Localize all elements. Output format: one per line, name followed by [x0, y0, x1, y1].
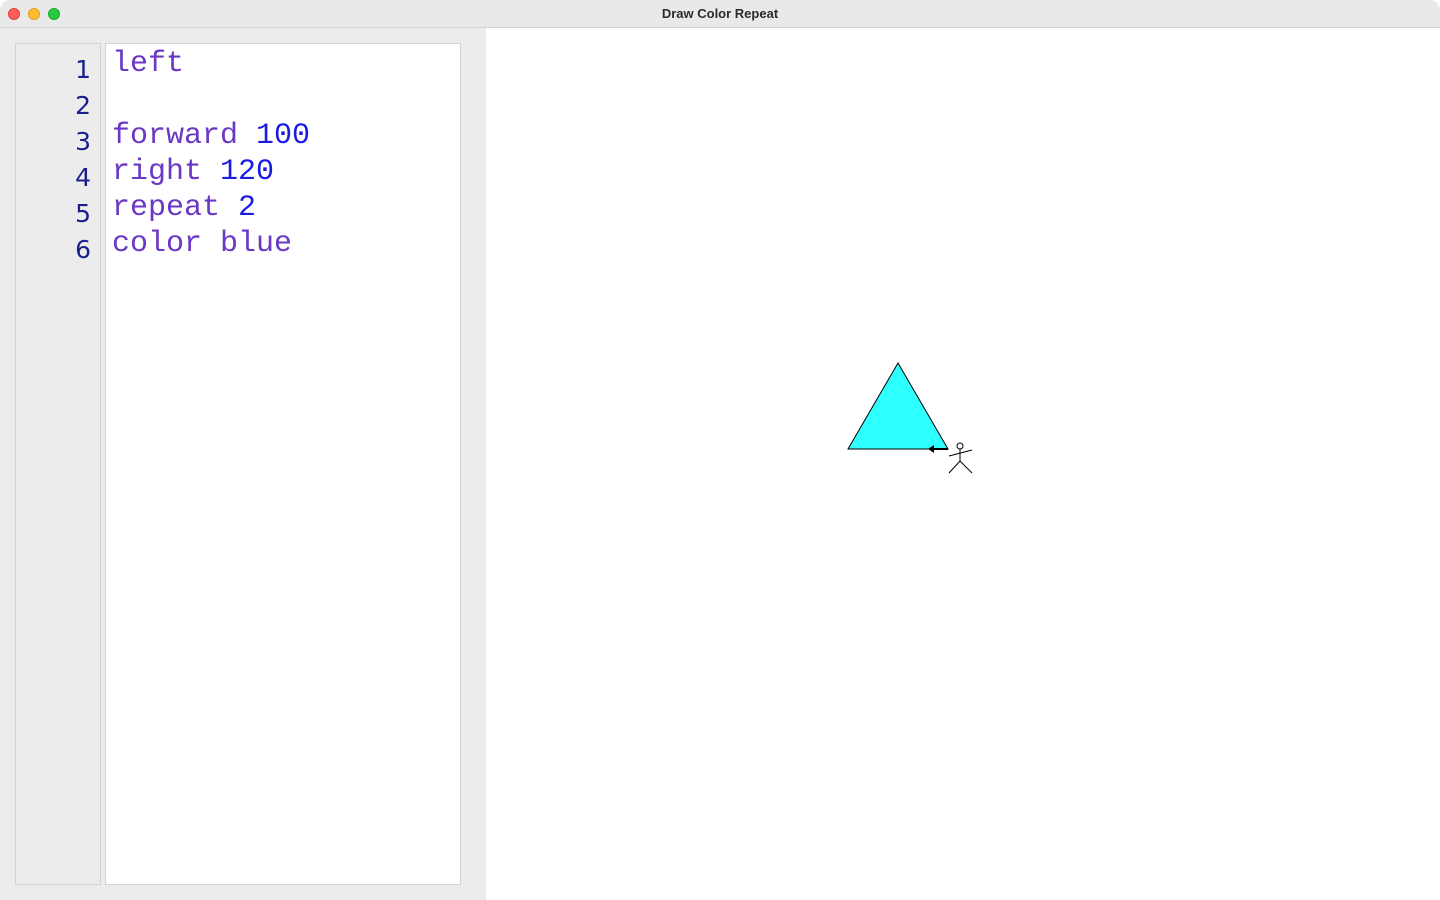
- code-keyword: color blue: [112, 227, 293, 261]
- code-argument: 120: [220, 155, 275, 189]
- code-panel: 1 2 3 4 5 6 left forward 100 right 120 r…: [0, 28, 486, 900]
- code-argument: 2: [238, 191, 257, 225]
- drawing-svg: [847, 362, 973, 474]
- code-keyword: left: [112, 47, 185, 81]
- line-number: 1: [75, 55, 91, 84]
- drawn-triangle: [847, 362, 949, 450]
- line-number: 6: [75, 235, 91, 264]
- line-number: 3: [75, 127, 91, 156]
- code-keyword: right: [112, 155, 203, 189]
- code-editor[interactable]: left forward 100 right 120 repeat 2 colo…: [105, 43, 461, 885]
- code-keyword: repeat: [112, 191, 221, 225]
- line-number: 2: [75, 91, 91, 120]
- app-window: Draw Color Repeat 1 2 3 4 5 6 left forwa…: [0, 0, 1440, 900]
- code-line[interactable]: repeat 2: [112, 190, 256, 226]
- code-line[interactable]: forward 100: [112, 118, 310, 154]
- title-bar: Draw Color Repeat: [0, 0, 1440, 28]
- code-line[interactable]: left: [112, 46, 184, 82]
- code-line[interactable]: color blue: [112, 226, 292, 262]
- line-number: 5: [75, 199, 91, 228]
- stick-figure-icon: [948, 442, 973, 474]
- code-argument: 100: [256, 119, 311, 153]
- window-title: Draw Color Repeat: [661, 6, 779, 21]
- code-line[interactable]: right 120: [112, 154, 274, 190]
- line-number: 4: [75, 163, 91, 192]
- line-number-gutter: 1 2 3 4 5 6: [15, 43, 101, 885]
- code-keyword: forward: [112, 119, 239, 153]
- drawing-canvas[interactable]: [486, 28, 1440, 900]
